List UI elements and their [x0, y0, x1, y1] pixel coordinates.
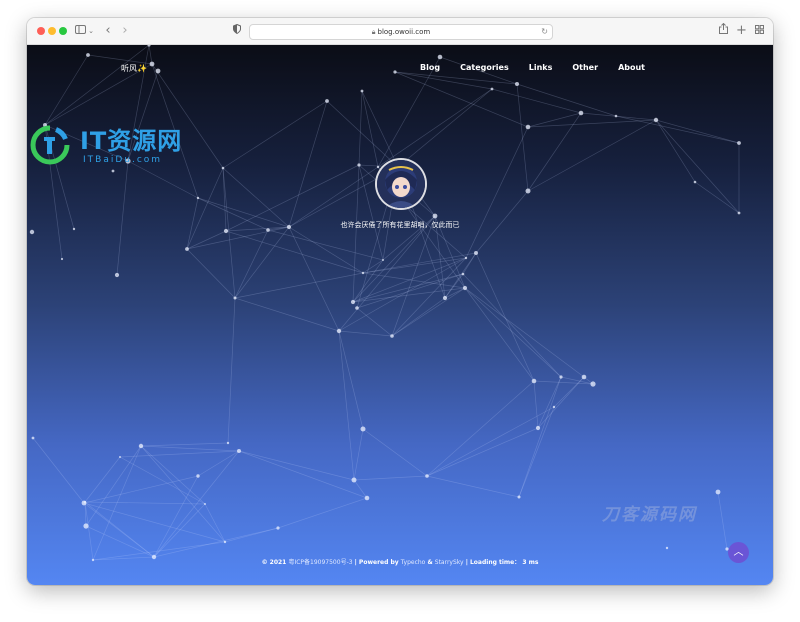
motto-text: 也许会厌倦了所有花里胡哨，仅此而已 [340, 221, 460, 229]
chevron-down-icon[interactable]: ⌄ [87, 23, 95, 39]
maximize-window-button[interactable] [59, 27, 67, 35]
footer-loading-value: 3 ms [522, 559, 539, 566]
shield-icon[interactable] [232, 23, 242, 39]
watermark-logo: IT资源网 ITBaiDu.com [30, 121, 200, 179]
main-nav: Blog Categories Links Other About [420, 63, 645, 72]
url-text: blog.owoii.com [377, 28, 431, 36]
footer-powered: | Powered by [354, 559, 399, 566]
nav-other[interactable]: Other [572, 63, 598, 72]
page-viewport: 听风✨ Blog Categories Links Other About IT… [27, 45, 773, 585]
watermark-secondary: 刀客源码网 [602, 505, 697, 525]
watermark-title: IT资源网 [80, 127, 183, 155]
footer-amp: & [427, 559, 433, 566]
watermark-subtitle: ITBaiDu.com [83, 155, 163, 165]
avatar-image [377, 160, 425, 208]
reload-icon[interactable]: ↻ [541, 25, 548, 39]
forward-icon[interactable]: › [120, 23, 130, 39]
chevron-up-icon: ︿ [733, 547, 744, 558]
share-icon[interactable] [718, 22, 728, 39]
avatar[interactable] [375, 158, 427, 210]
browser-toolbar: ⌄ ‹ › 🔒︎ blog.owoii.com ↻ + [27, 18, 773, 45]
footer-icp-link[interactable]: 粤ICP备19097500号-3 [288, 559, 352, 566]
site-title[interactable]: 听风✨ [121, 63, 147, 74]
nav-blog[interactable]: Blog [420, 63, 440, 72]
footer-year: © 2021 [261, 559, 287, 566]
watermark-logo-icon [30, 125, 70, 165]
footer: © 2021 粤ICP备19097500号-3 | Powered by Typ… [27, 557, 773, 566]
back-icon[interactable]: ‹ [103, 23, 113, 39]
footer-typecho-link[interactable]: Typecho [401, 559, 426, 566]
lock-icon: 🔒︎ [371, 28, 376, 36]
sidebar-icon[interactable] [74, 23, 86, 39]
footer-loading-label: | Loading time： [465, 559, 521, 566]
new-tab-icon[interactable]: + [736, 23, 747, 39]
nav-about[interactable]: About [618, 63, 645, 72]
address-bar[interactable]: 🔒︎ blog.owoii.com ↻ [249, 24, 553, 40]
browser-window: ⌄ ‹ › 🔒︎ blog.owoii.com ↻ + 听风✨ Blog Cate… [27, 18, 773, 585]
back-to-top-button[interactable]: ︿ [728, 542, 749, 563]
tab-overview-icon[interactable] [754, 23, 764, 39]
footer-theme-link[interactable]: StarrySky [435, 559, 464, 566]
close-window-button[interactable] [37, 27, 45, 35]
minimize-window-button[interactable] [48, 27, 56, 35]
nav-categories[interactable]: Categories [460, 63, 509, 72]
nav-links[interactable]: Links [529, 63, 553, 72]
